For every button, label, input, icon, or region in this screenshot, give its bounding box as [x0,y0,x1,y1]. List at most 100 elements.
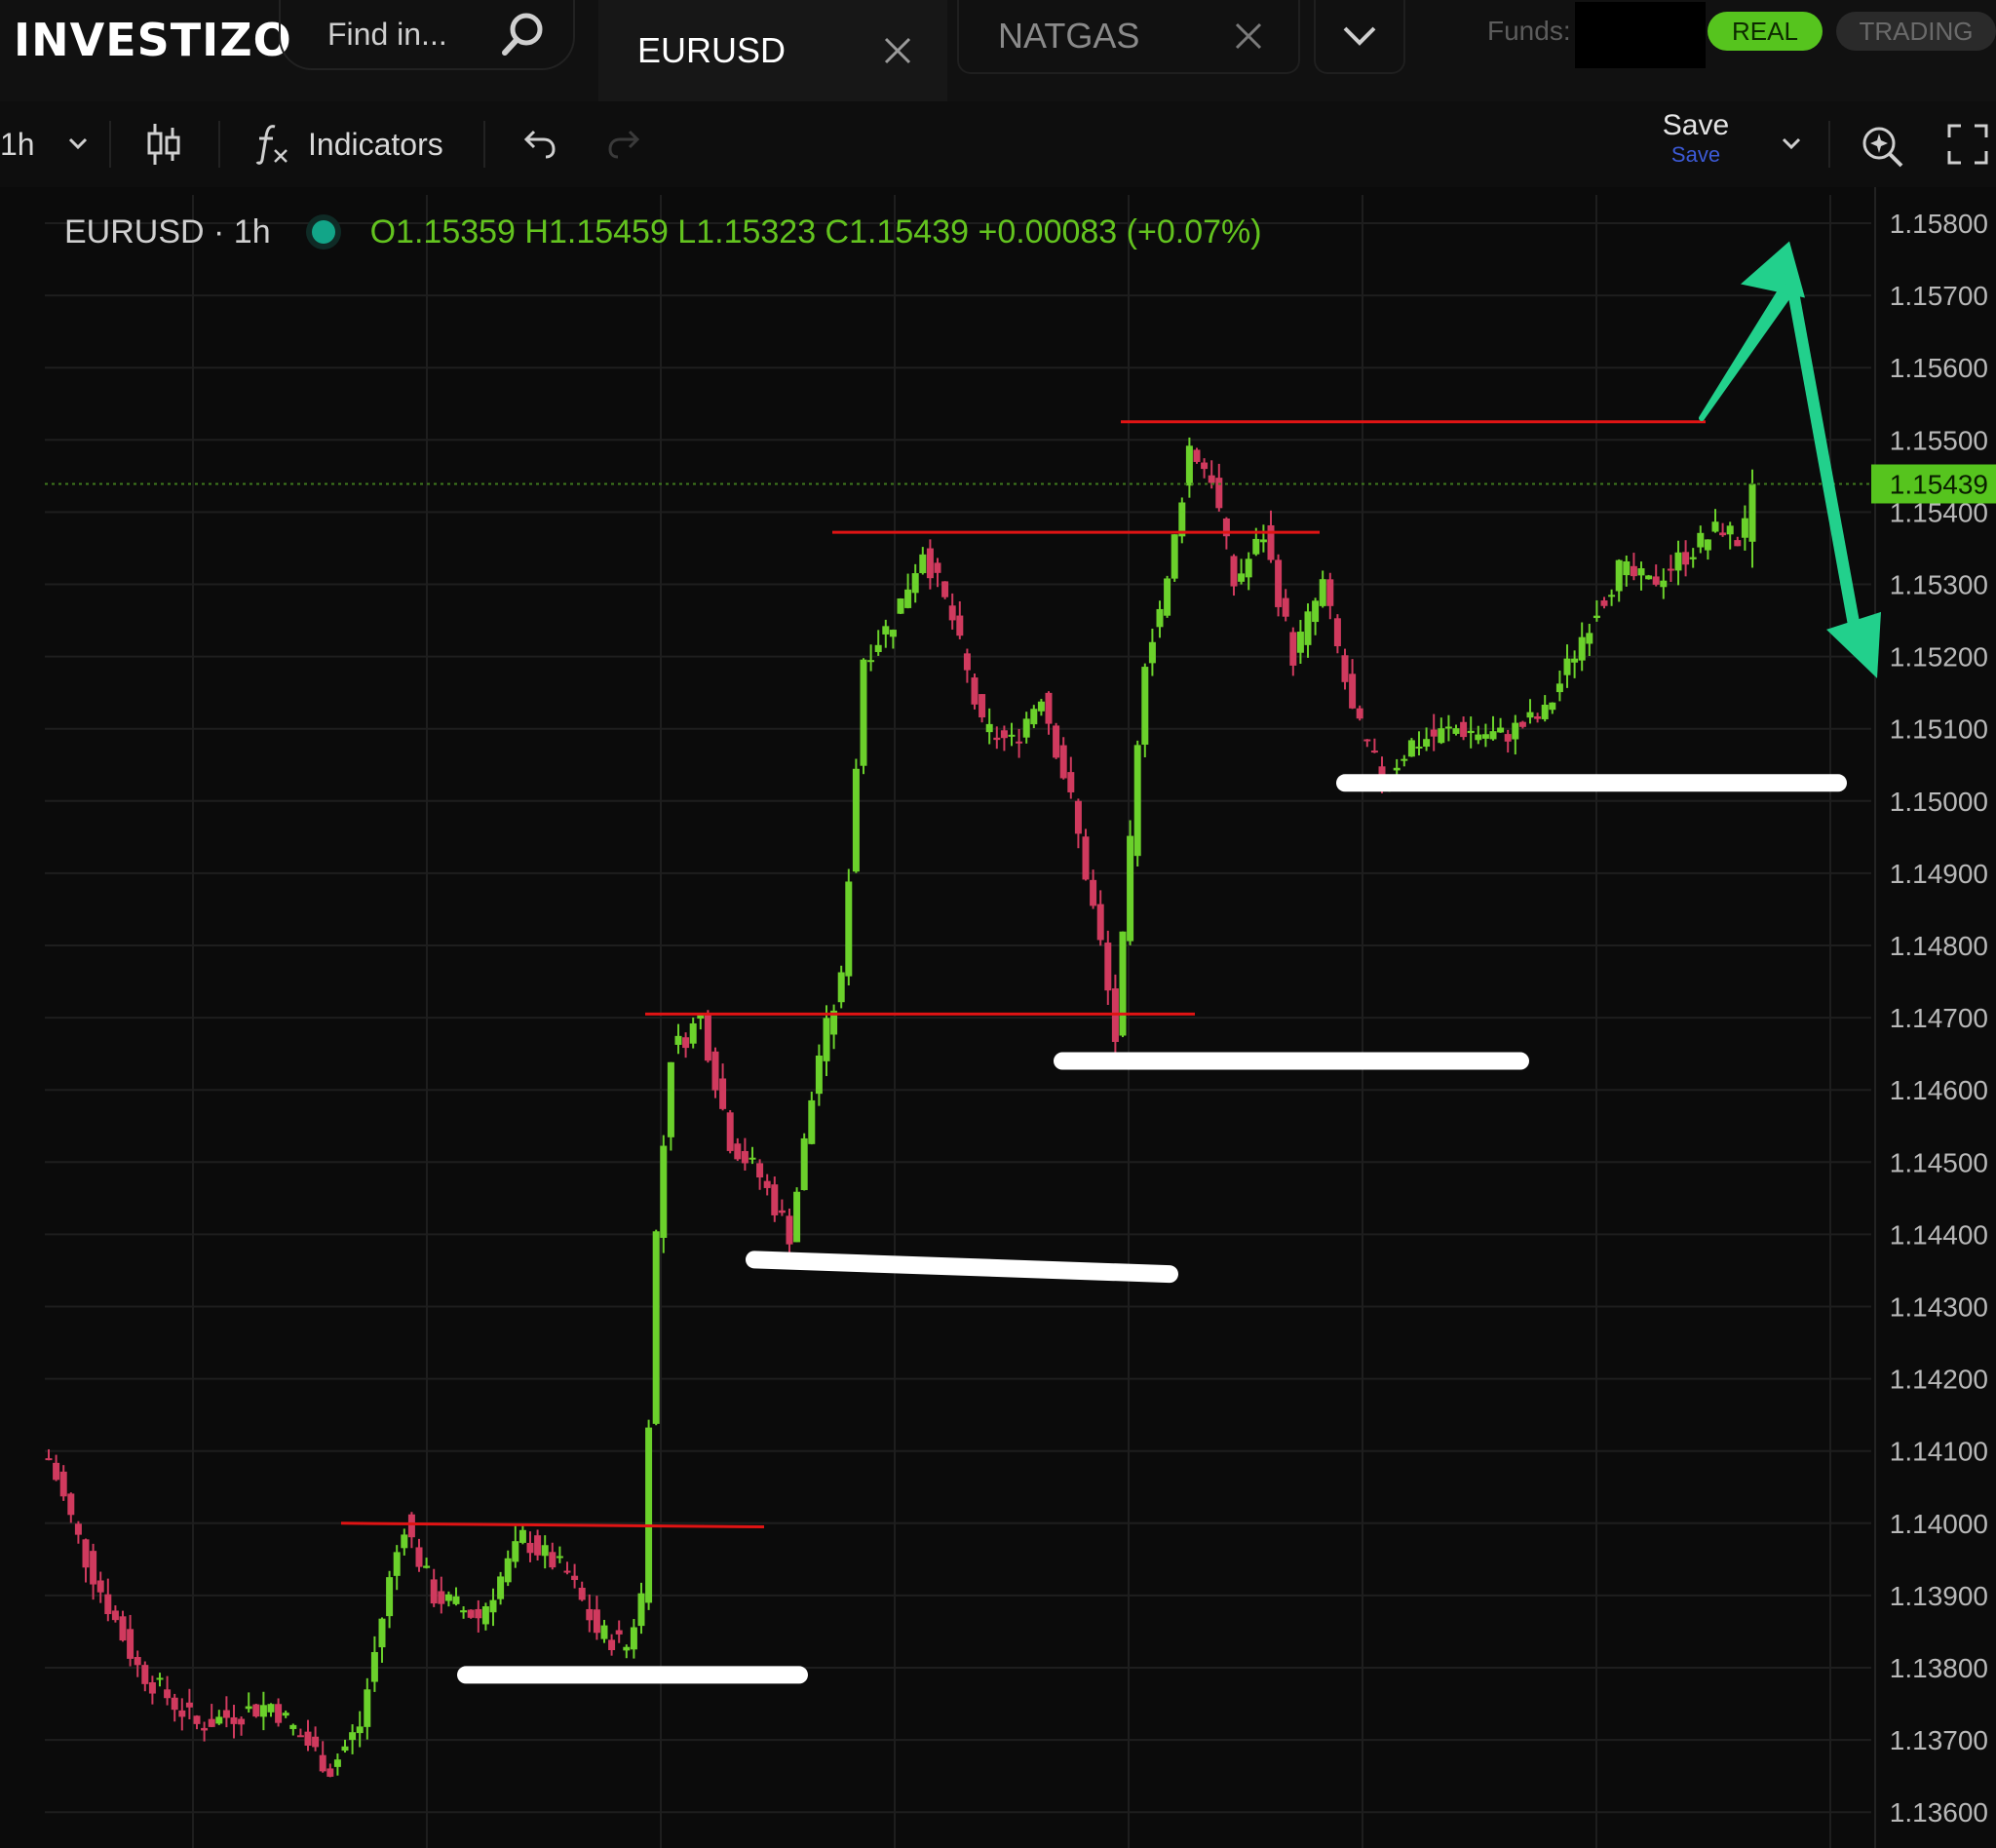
candle-body [67,1493,75,1516]
candle-body [45,1458,53,1461]
funds-display: Funds: [1487,2,1706,68]
candle-body [689,1022,697,1044]
search-icon[interactable] [497,10,548,60]
candle-body [726,1112,734,1151]
candle-body [1555,683,1563,693]
candle-body [874,644,882,653]
trading-mode-toggle[interactable]: TRADING [1836,12,1996,51]
candle-body [748,1157,756,1160]
candle-body [423,1565,431,1568]
candle-body [1571,658,1579,663]
redo-button[interactable] [606,101,645,187]
arrow-up-shaft [1699,283,1798,422]
price-axis-tick-label: 1.14400 [1890,1219,1988,1250]
price-axis-tick-label: 1.14900 [1890,859,1988,889]
candle-body [867,660,875,663]
candle-body [1156,608,1164,628]
price-axis-tick-label: 1.15200 [1890,642,1988,673]
candle-body [1600,600,1608,606]
candle-body [275,1704,283,1723]
real-mode-toggle[interactable]: REAL [1708,12,1823,51]
candle-body [178,1710,186,1717]
candle-body [341,1746,349,1752]
last-price-label: 1.15439 [1890,470,1988,500]
candle-body [1289,632,1297,666]
candle-body [1326,579,1334,606]
interval-selector[interactable]: 1h [0,101,88,187]
candle-body [1059,745,1067,779]
candle-body [90,1551,97,1585]
candle-body [326,1768,334,1777]
chevron-down-icon [1343,26,1376,46]
chart-type-button[interactable] [146,101,181,187]
candle-body [1518,721,1526,727]
candle-body [1141,667,1149,746]
candle-body [556,1556,563,1559]
candle-body [563,1570,571,1573]
tabs-more-button[interactable] [1314,0,1405,74]
price-axis-tick-label: 1.14100 [1890,1437,1988,1467]
search-box[interactable] [279,0,575,70]
candle-body [1682,552,1690,565]
close-icon[interactable] [883,36,912,65]
candle-body [1748,483,1756,542]
legend-symbol: EURUSD · 1h [64,212,271,250]
price-axis-tick-label: 1.15700 [1890,281,1988,311]
candle-body [630,1627,637,1650]
candle-body [771,1184,779,1215]
tab-eurusd[interactable]: EURUSD [598,0,947,101]
search-input[interactable] [326,15,524,54]
save-button[interactable]: Save Save [1655,109,1737,177]
candle-body [674,1035,682,1045]
undo-icon [523,130,556,159]
fullscreen-button[interactable] [1947,101,1988,187]
candle-body [252,1704,260,1717]
price-axis-tick-label: 1.13600 [1890,1797,1988,1828]
candle-body [586,1608,594,1621]
candle-body [1096,904,1104,941]
candle-body [1667,568,1674,571]
candle-body [111,1610,119,1621]
candle-body [141,1665,149,1684]
redo-icon [608,130,640,159]
candle-body [571,1575,579,1581]
candle-body [919,554,927,574]
indicators-button[interactable]: Indicators [255,101,443,187]
price-axis-tick-label: 1.15800 [1890,209,1988,239]
candle-body [1393,767,1401,771]
candle-body [1230,556,1238,587]
price-axis-tick-label: 1.14800 [1890,931,1988,961]
candle-body [1489,731,1497,740]
price-chart[interactable]: 1.158001.157001.156001.155001.154001.153… [0,187,1996,1848]
candle-body [393,1552,401,1576]
candle-body [59,1471,67,1497]
toolbar-divider [1828,121,1830,168]
candle-body [741,1150,748,1164]
candle-body [222,1710,230,1718]
candle-body [193,1715,201,1724]
candle-body [645,1427,653,1603]
candle-body [823,1018,830,1061]
close-icon[interactable] [1234,21,1263,51]
tab-natgas[interactable]: NATGAS [957,0,1300,74]
price-axis-tick-label: 1.14300 [1890,1292,1988,1323]
candle-body [1674,552,1682,571]
candle-body [1423,739,1431,748]
price-axis-tick-label: 1.14700 [1890,1003,1988,1033]
candle-body [697,1015,705,1020]
logo[interactable]: INVESTIZO [14,6,292,74]
candle-body [230,1716,238,1724]
chart-area[interactable]: 1.15800 1.15700 1.15600 1.15500 1.15400 1.153… [0,187,1996,1848]
save-options-button[interactable] [1782,101,1801,187]
candle-body [289,1724,297,1729]
quick-search-button[interactable] [1858,101,1906,187]
toolbar-divider [218,121,220,168]
candle-body [526,1542,534,1554]
candle-body [897,598,904,614]
candle-body [349,1732,357,1741]
candle-body [660,1145,668,1239]
candle-body [1296,632,1304,653]
candle-body [778,1210,786,1213]
undo-button[interactable] [518,101,557,187]
candle-body [1127,835,1134,942]
